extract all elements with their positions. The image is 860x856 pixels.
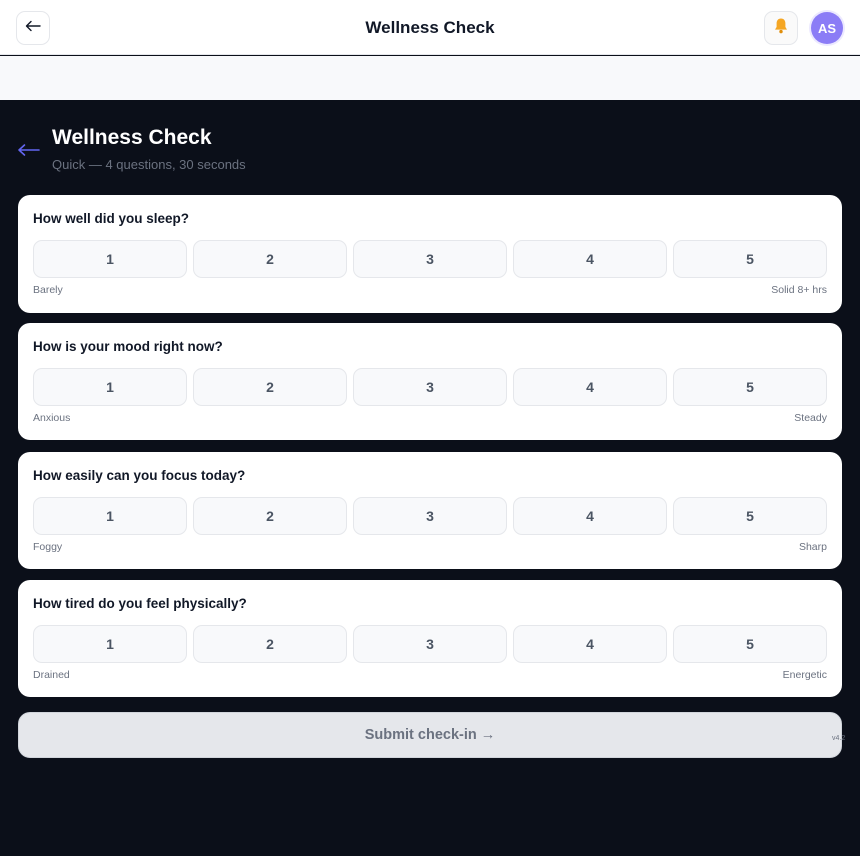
- rating-option-5[interactable]: 5: [673, 240, 827, 278]
- page-subtitle: Quick — 4 questions, 30 seconds: [52, 157, 246, 172]
- page-title: Wellness Check: [52, 126, 212, 149]
- subheader-strip: [0, 56, 860, 100]
- question-card: How well did you sleep? 1 2 3 4 5 Barely…: [18, 195, 842, 313]
- scale-low-label: Anxious: [33, 412, 71, 424]
- scale-low-label: Foggy: [33, 541, 63, 553]
- avatar[interactable]: AS: [811, 12, 843, 44]
- rating-option-2[interactable]: 2: [193, 368, 347, 406]
- question-card: How easily can you focus today? 1 2 3 4 …: [18, 452, 842, 569]
- rating-option-2[interactable]: 2: [193, 497, 347, 535]
- rating-option-2[interactable]: 2: [193, 625, 347, 663]
- rating-option-4[interactable]: 4: [513, 240, 667, 278]
- rating-scale: 1 2 3 4 5: [33, 497, 827, 535]
- scale-high-label: Energetic: [782, 669, 827, 681]
- rating-option-1[interactable]: 1: [33, 625, 187, 663]
- rating-scale: 1 2 3 4 5: [33, 625, 827, 663]
- rating-option-3[interactable]: 3: [353, 368, 507, 406]
- app-title: Wellness Check: [365, 18, 495, 37]
- rating-option-3[interactable]: 3: [353, 497, 507, 535]
- rating-option-2[interactable]: 2: [193, 240, 347, 278]
- question-text: How is your mood right now?: [33, 339, 223, 354]
- version-label: v4.2: [832, 735, 846, 742]
- notifications-button[interactable]: [764, 11, 798, 45]
- rating-option-1[interactable]: 1: [33, 368, 187, 406]
- submit-button[interactable]: Submit check-in →: [18, 712, 842, 758]
- scale-low-label: Drained: [33, 669, 70, 681]
- rating-option-5[interactable]: 5: [673, 368, 827, 406]
- question-text: How well did you sleep?: [33, 211, 190, 226]
- rating-option-4[interactable]: 4: [513, 497, 667, 535]
- rating-option-1[interactable]: 1: [33, 497, 187, 535]
- question-card: How tired do you feel physically? 1 2 3 …: [18, 580, 842, 697]
- scale-high-label: Solid 8+ hrs: [771, 284, 827, 296]
- page-back-button[interactable]: [17, 139, 41, 161]
- rating-option-4[interactable]: 4: [513, 368, 667, 406]
- rating-option-5[interactable]: 5: [673, 497, 827, 535]
- rating-scale: 1 2 3 4 5: [33, 368, 827, 406]
- rating-scale: 1 2 3 4 5: [33, 240, 827, 278]
- scale-low-label: Barely: [33, 284, 63, 296]
- arrow-left-icon: [17, 144, 41, 165]
- question-text: How easily can you focus today?: [33, 468, 246, 483]
- question-card: How is your mood right now? 1 2 3 4 5 An…: [18, 323, 842, 440]
- scale-high-label: Steady: [794, 412, 827, 424]
- rating-option-3[interactable]: 3: [353, 240, 507, 278]
- rating-option-5[interactable]: 5: [673, 625, 827, 663]
- scale-high-label: Sharp: [798, 541, 827, 553]
- app-header: Wellness Check AS: [0, 0, 860, 55]
- question-text: How tired do you feel physically?: [33, 596, 247, 611]
- rating-option-1[interactable]: 1: [33, 240, 187, 278]
- rating-option-4[interactable]: 4: [513, 625, 667, 663]
- rating-option-3[interactable]: 3: [353, 625, 507, 663]
- bell-icon: [773, 17, 789, 39]
